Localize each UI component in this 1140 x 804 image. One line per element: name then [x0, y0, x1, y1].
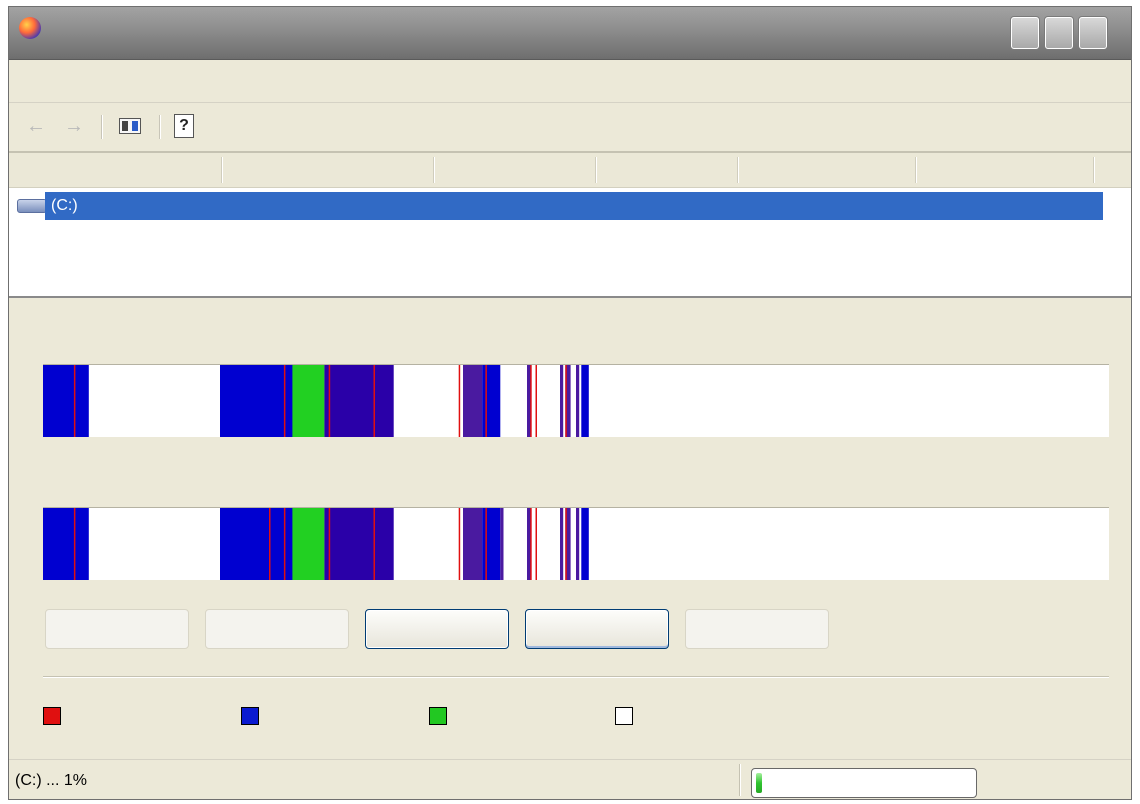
after-map-fragment-line — [73, 508, 76, 580]
before-map-fragment-line — [458, 365, 461, 437]
app-icon[interactable] — [19, 17, 41, 39]
column-header-3[interactable] — [433, 157, 596, 183]
before-map-segment — [220, 365, 293, 437]
before-map-segment — [324, 365, 394, 437]
legend-divider — [43, 676, 1109, 678]
toolbar-separator — [159, 115, 161, 139]
legend-swatch-green — [429, 707, 447, 725]
close-button[interactable] — [1079, 17, 1107, 49]
column-header-2[interactable] — [221, 157, 434, 183]
after-map-segment — [482, 508, 501, 580]
column-header-6[interactable] — [915, 157, 1094, 183]
forward-button[interactable]: → — [61, 113, 87, 139]
before-map-fragment-line — [73, 365, 76, 437]
before-map-segment — [292, 365, 325, 437]
before-map-fragment-line — [328, 365, 331, 437]
show-hide-pane-button[interactable] — [117, 113, 143, 139]
after-map-segment — [560, 508, 564, 580]
after-map-segment — [220, 508, 293, 580]
main-window: ← → ? (C:) (C:) ... 1% — [8, 6, 1132, 800]
column-header-1[interactable] — [9, 157, 222, 183]
action-button-2[interactable] — [205, 609, 349, 649]
after-map-fragment-line — [269, 508, 271, 580]
before-map-fragment-line — [485, 365, 487, 437]
pane-icon — [119, 118, 141, 134]
after-map-fragment-line — [535, 508, 537, 580]
column-header-5[interactable] — [737, 157, 916, 183]
before-map-segment — [581, 365, 589, 437]
after-map-segment — [43, 508, 89, 580]
menu-bar — [9, 60, 1131, 103]
before-map-fragment-line — [530, 365, 532, 437]
after-map-segment — [463, 508, 483, 580]
minimize-button[interactable] — [1011, 17, 1039, 49]
help-button[interactable]: ? — [171, 113, 197, 139]
action-button-4[interactable] — [525, 609, 669, 649]
legend-swatch-white — [615, 707, 633, 725]
after-map-segment — [324, 508, 394, 580]
status-separator — [739, 764, 741, 796]
toolbar: ← → ? — [9, 103, 1131, 153]
before-map-segment — [463, 365, 483, 437]
after-map-segment — [292, 508, 325, 580]
before-map-fragment-line — [565, 365, 567, 437]
forward-arrow-icon: → — [64, 114, 84, 137]
before-map-fragment-line — [535, 365, 537, 437]
after-map-segment — [500, 508, 504, 580]
disk-map-before-graphic — [43, 365, 589, 437]
title-bar[interactable] — [9, 7, 1131, 60]
list-header — [9, 153, 1131, 188]
before-map-segment — [560, 365, 564, 437]
status-bar: (C:) ... 1% — [9, 759, 1131, 799]
after-map-fragment-line — [283, 508, 286, 580]
volume-list: (C:) — [9, 188, 1131, 298]
legend-swatch-red — [43, 707, 61, 725]
after-map-fragment-line — [458, 508, 461, 580]
help-icon: ? — [174, 114, 194, 138]
before-map-segment — [482, 365, 501, 437]
action-button-1[interactable] — [45, 609, 189, 649]
action-button-3[interactable] — [365, 609, 509, 649]
maximize-button[interactable] — [1045, 17, 1073, 49]
toolbar-separator — [101, 115, 103, 139]
disk-map-after — [43, 507, 1109, 580]
before-map-fragment-line — [283, 365, 286, 437]
after-map-segment — [581, 508, 589, 580]
before-map-fragment-line — [373, 365, 375, 437]
disk-map-after-graphic — [43, 508, 589, 580]
after-map-fragment-line — [530, 508, 532, 580]
back-arrow-icon: ← — [26, 114, 46, 137]
hard-drive-icon — [17, 199, 47, 213]
drive-label: (C:) — [51, 197, 78, 214]
list-item[interactable]: (C:) — [45, 192, 1103, 220]
after-map-segment — [576, 508, 580, 580]
legend-swatch-blue — [241, 707, 259, 725]
before-map-segment — [43, 365, 89, 437]
after-map-fragment-line — [373, 508, 375, 580]
progress-fill — [756, 773, 762, 793]
disk-map-before — [43, 364, 1109, 437]
status-text: (C:) ... 1% — [15, 772, 88, 789]
analysis-panel — [9, 298, 1131, 758]
after-map-fragment-line — [565, 508, 567, 580]
column-header-4[interactable] — [595, 157, 738, 183]
back-button[interactable]: ← — [23, 113, 49, 139]
before-map-segment — [576, 365, 580, 437]
action-button-5[interactable] — [685, 609, 829, 649]
after-map-fragment-line — [485, 508, 487, 580]
progress-bar — [751, 768, 977, 798]
after-map-fragment-line — [328, 508, 331, 580]
